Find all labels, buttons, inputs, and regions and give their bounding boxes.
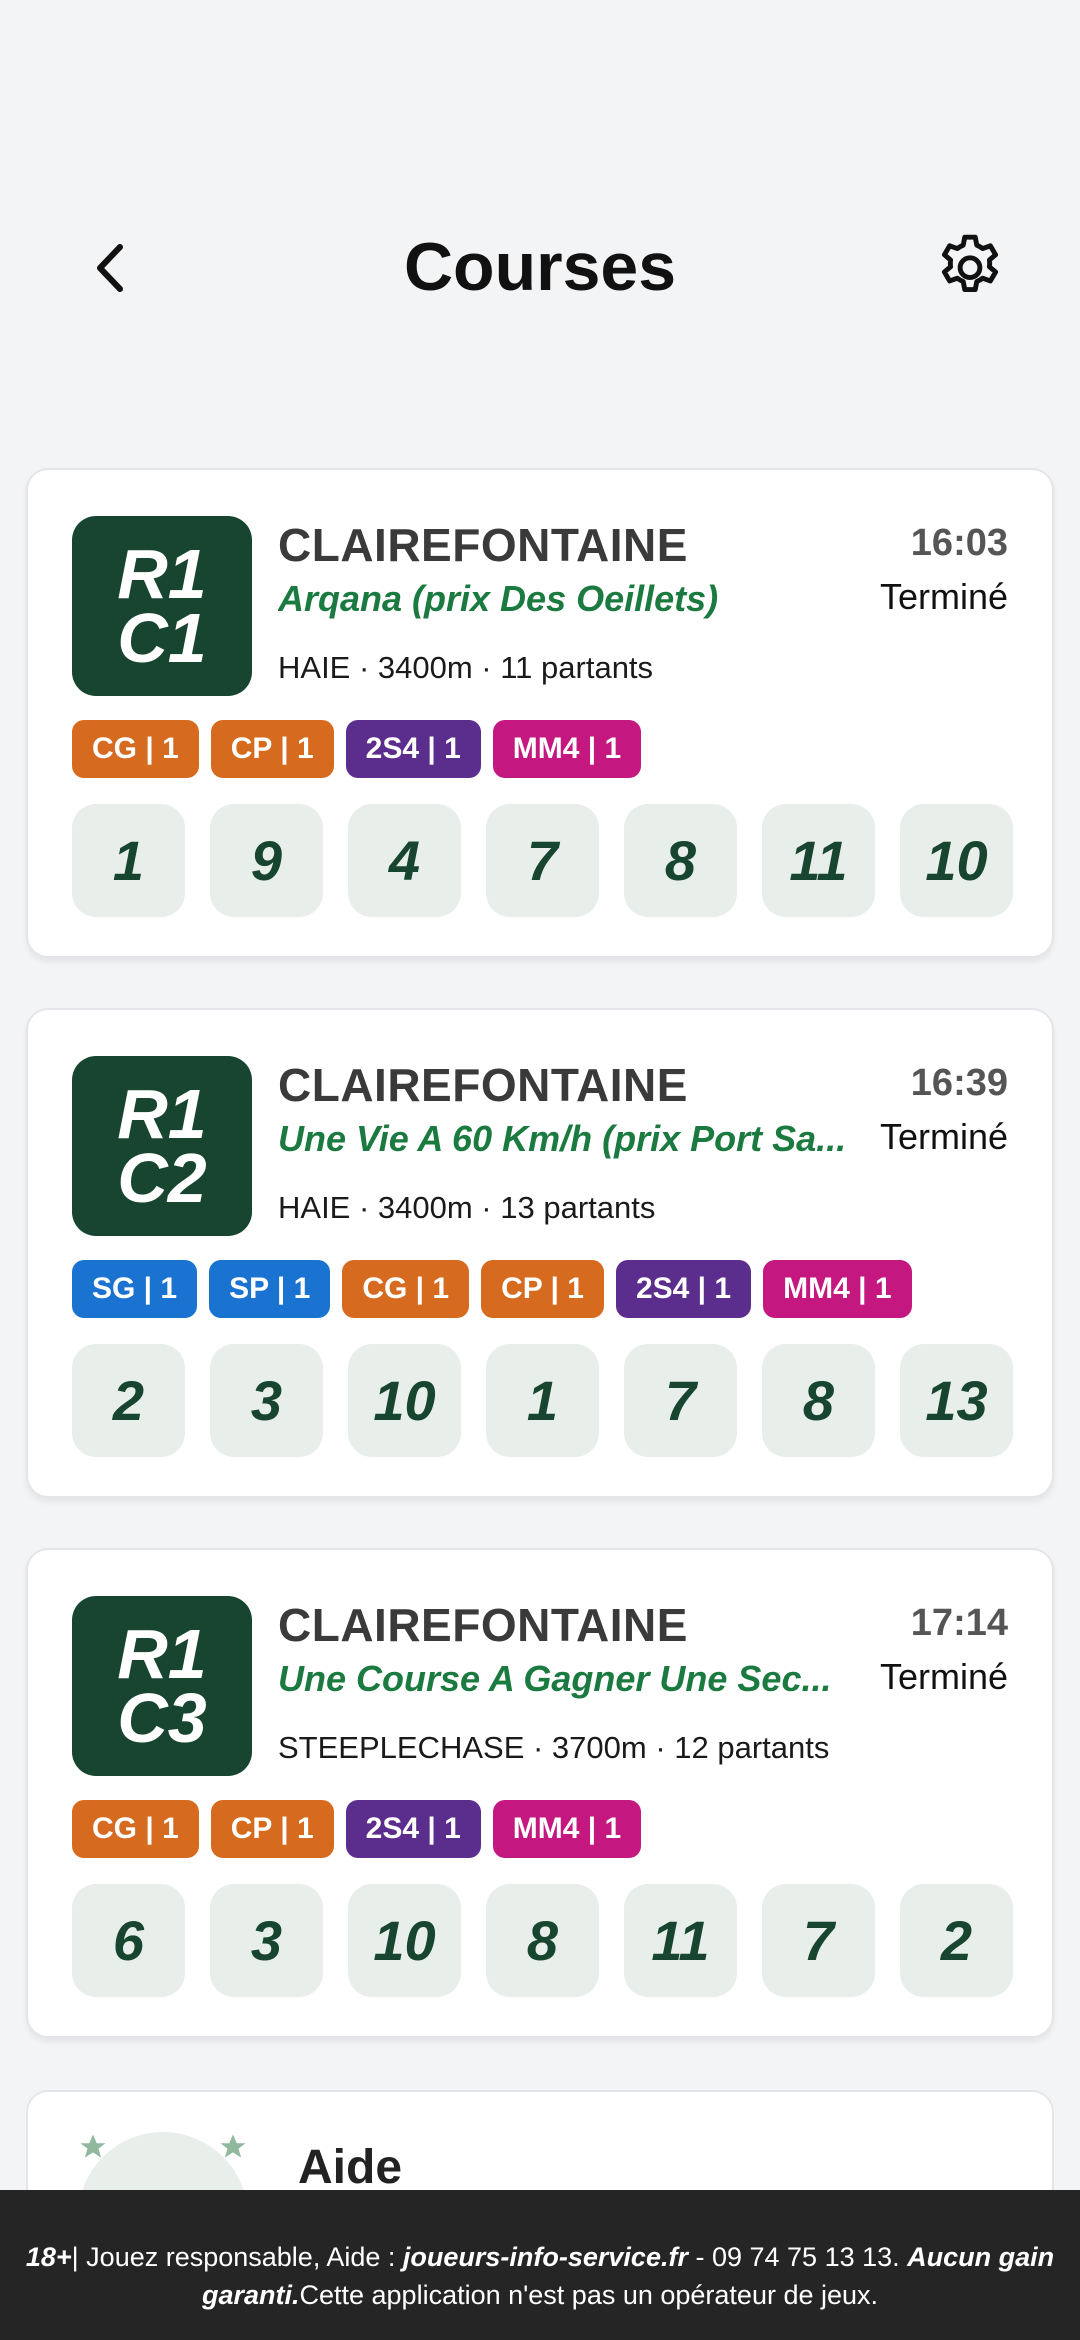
horse-number: 11 — [762, 804, 875, 917]
page: Courses R1 C1 CLAIREFONTAINE Arqana (pri… — [0, 0, 1080, 2340]
badge-reunion: R1 — [117, 535, 207, 613]
bet-tag: SG | 1 — [72, 1260, 198, 1318]
race-status: Terminé — [879, 576, 1008, 617]
bet-tag: MM4 | 1 — [492, 720, 642, 778]
race-badge: R1 C2 — [72, 1056, 252, 1236]
horse-number: 10 — [348, 1884, 461, 1997]
horse-number: 9 — [210, 804, 323, 917]
footer-disclaimer: Cette application n'est pas un opérateur… — [299, 2280, 879, 2310]
race-venue: CLAIREFONTAINE — [278, 1599, 688, 1651]
race-card[interactable]: R1 C2 CLAIREFONTAINE Une Vie A 60 Km/h (… — [26, 1008, 1054, 1498]
race-time: 17:14 — [910, 1602, 1008, 1644]
gear-icon — [941, 234, 999, 293]
page-title: Courses — [403, 229, 677, 305]
badge-course: C2 — [117, 1139, 207, 1217]
bet-tags: CG | 1 CP | 1 2S4 | 1 MM4 | 1 — [72, 1800, 642, 1858]
horse-number: 7 — [624, 1344, 737, 1457]
horse-number: 11 — [624, 1884, 737, 1997]
horse-number: 4 — [348, 804, 461, 917]
race-info: HAIE · 3400m · 13 partants — [278, 1190, 656, 1225]
badge-course: C1 — [117, 599, 207, 677]
footer-text: | Jouez responsable, Aide : — [71, 2242, 403, 2272]
horse-number: 10 — [900, 804, 1013, 917]
race-time: 16:03 — [910, 522, 1008, 564]
race-card[interactable]: R1 C3 CLAIREFONTAINE Une Course A Gagner… — [26, 1548, 1054, 2038]
bet-tag: MM4 | 1 — [492, 1800, 642, 1858]
header: Courses — [0, 200, 1080, 340]
bet-tag: 2S4 | 1 — [345, 1800, 481, 1858]
bet-tag: SP | 1 — [209, 1260, 331, 1318]
arrival-numbers: 6 3 10 8 11 7 2 — [72, 1884, 1013, 1997]
age-limit: 18+ — [25, 2242, 72, 2272]
horse-number: 7 — [486, 804, 599, 917]
horse-number: 10 — [348, 1344, 461, 1457]
bet-tag: CG | 1 — [72, 720, 199, 778]
bet-tags: SG | 1 SP | 1 CG | 1 CP | 1 2S4 | 1 MM4 … — [72, 1260, 912, 1318]
horse-number: 3 — [210, 1884, 323, 1997]
settings-button[interactable] — [930, 228, 1010, 308]
horse-number: 2 — [900, 1884, 1013, 1997]
badge-reunion: R1 — [117, 1075, 207, 1153]
race-info: HAIE · 3400m · 11 partants — [278, 650, 654, 685]
race-status: Terminé — [879, 1116, 1008, 1157]
race-venue: CLAIREFONTAINE — [278, 519, 688, 571]
horse-number: 1 — [72, 804, 185, 917]
race-time: 16:39 — [910, 1062, 1008, 1104]
bet-tag: 2S4 | 1 — [615, 1260, 752, 1318]
bet-tag: CP | 1 — [210, 720, 334, 778]
footer-phone: - 09 74 75 13 13. — [687, 2242, 908, 2272]
race-name: Une Course A Gagner Une Sec... — [278, 1658, 832, 1699]
horse-number: 3 — [210, 1344, 323, 1457]
bet-tag: CP | 1 — [481, 1260, 604, 1318]
help-title: Aide — [298, 2141, 403, 2194]
help-site-link[interactable]: joueurs-info-service.fr — [403, 2242, 688, 2272]
badge-reunion: R1 — [117, 1615, 207, 1693]
bet-tag: CG | 1 — [72, 1800, 199, 1858]
race-card[interactable]: R1 C1 CLAIREFONTAINE Arqana (prix Des Oe… — [26, 468, 1054, 958]
horse-number: 8 — [486, 1884, 599, 1997]
star-icon — [80, 2134, 106, 2158]
horse-number: 13 — [900, 1344, 1013, 1457]
horse-number: 8 — [624, 804, 737, 917]
race-status: Terminé — [879, 1656, 1008, 1697]
race-venue: CLAIREFONTAINE — [278, 1059, 688, 1111]
bet-tag: 2S4 | 1 — [345, 720, 481, 778]
race-info: STEEPLECHASE · 3700m · 12 partants — [278, 1730, 830, 1765]
race-name: Une Vie A 60 Km/h (prix Port Sa... — [278, 1118, 847, 1159]
race-badge: R1 C1 — [72, 516, 252, 696]
bet-tags: CG | 1 CP | 1 2S4 | 1 MM4 | 1 — [72, 720, 642, 778]
race-badge: R1 C3 — [72, 1596, 252, 1776]
arrival-numbers: 1 9 4 7 8 11 10 — [72, 804, 1013, 917]
bet-tag: MM4 | 1 — [763, 1260, 912, 1318]
horse-number: 8 — [762, 1344, 875, 1457]
horse-number: 6 — [72, 1884, 185, 1997]
bet-tag: CG | 1 — [342, 1260, 470, 1318]
badge-course: C3 — [117, 1679, 207, 1757]
horse-number: 2 — [72, 1344, 185, 1457]
horse-number: 7 — [762, 1884, 875, 1997]
responsible-gaming-footer: 18+| Jouez responsable, Aide : joueurs-i… — [0, 2190, 1080, 2340]
bet-tag: CP | 1 — [210, 1800, 334, 1858]
arrival-numbers: 2 3 10 1 7 8 13 — [72, 1344, 1013, 1457]
race-name: Arqana (prix Des Oeillets) — [278, 578, 719, 619]
star-icon — [220, 2134, 246, 2158]
horse-number: 1 — [486, 1344, 599, 1457]
